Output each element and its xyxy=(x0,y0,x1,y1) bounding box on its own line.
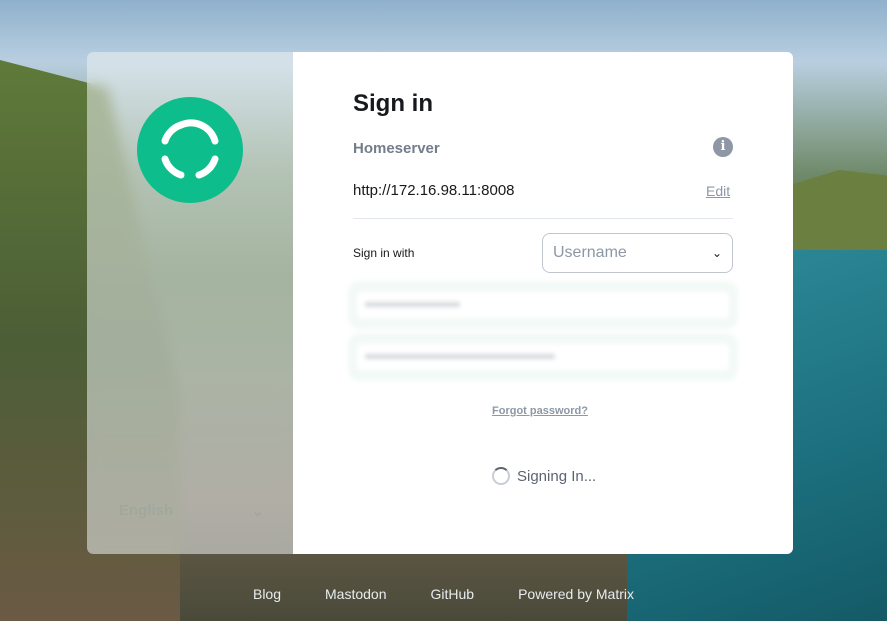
chevron-down-icon: ⌄ xyxy=(251,503,264,520)
footer-link-mastodon[interactable]: Mastodon xyxy=(325,586,386,602)
language-selector[interactable]: English ⌄ xyxy=(119,502,264,520)
spinner-icon xyxy=(492,467,510,485)
footer: Blog Mastodon GitHub Powered by Matrix xyxy=(0,586,887,602)
forgot-password-link[interactable]: Forgot password? xyxy=(492,405,588,417)
homeserver-label: Homeserver xyxy=(353,140,440,157)
signing-in-status: Signing In... xyxy=(492,467,596,485)
sidebar: English ⌄ xyxy=(87,52,293,554)
chevron-down-icon: ⌄ xyxy=(711,246,722,260)
status-text: Signing In... xyxy=(517,467,597,485)
password-field[interactable] xyxy=(351,336,735,378)
footer-link-blog[interactable]: Blog xyxy=(253,586,281,602)
footer-link-github[interactable]: GitHub xyxy=(431,586,475,602)
language-label: English xyxy=(119,502,174,519)
sign-in-method-select[interactable]: Username ⌄ xyxy=(542,233,733,273)
footer-link-matrix[interactable]: Powered by Matrix xyxy=(518,586,634,602)
page-title: Sign in xyxy=(353,90,433,117)
divider xyxy=(353,218,733,219)
username-field[interactable] xyxy=(351,284,735,326)
edit-homeserver-link[interactable]: Edit xyxy=(706,183,730,199)
sign-in-with-label: Sign in with xyxy=(353,246,415,260)
homeserver-url: http://172.16.98.11:8008 xyxy=(353,182,515,199)
element-logo-icon xyxy=(137,97,243,203)
select-value: Username xyxy=(553,244,627,261)
auth-card: English ⌄ Sign in Homeserver i http://172… xyxy=(87,52,793,554)
sign-in-form: Sign in Homeserver i http://172.16.98.11… xyxy=(293,52,793,554)
info-icon[interactable]: i xyxy=(713,137,733,157)
